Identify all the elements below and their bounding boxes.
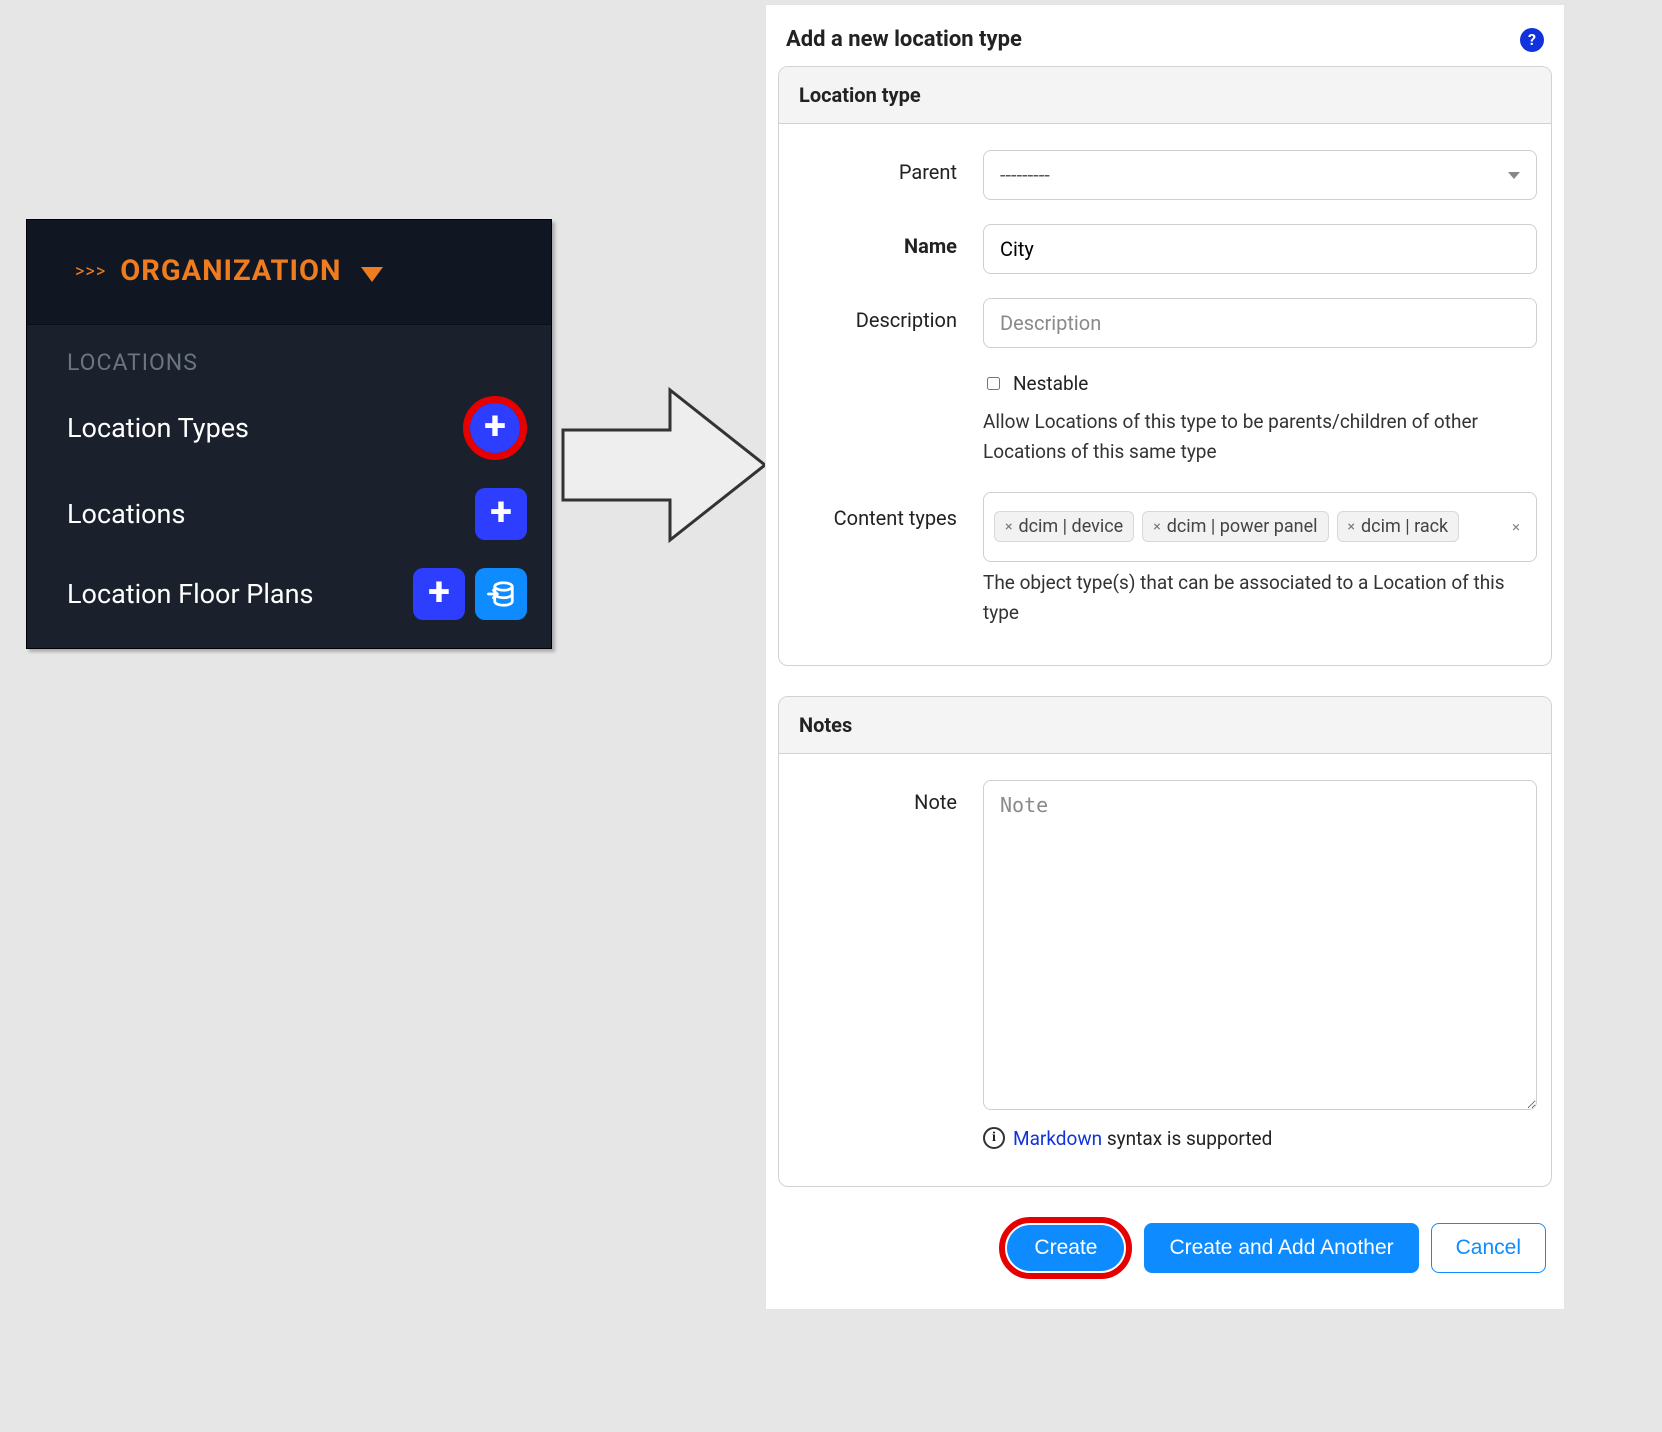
highlight-ring: + bbox=[463, 396, 527, 460]
row-content-types: Content types × dcim | device × dcim | p… bbox=[793, 480, 1537, 641]
page-title: Add a new location type bbox=[786, 27, 1022, 52]
markdown-help-text: syntax is supported bbox=[1102, 1127, 1272, 1150]
row-description: Description bbox=[793, 286, 1537, 360]
add-location-button[interactable]: + bbox=[475, 488, 527, 540]
add-floor-plan-button[interactable]: + bbox=[413, 568, 465, 620]
form-actions: Create Create and Add Another Cancel bbox=[778, 1217, 1552, 1279]
sidebar-item-label: Location Types bbox=[67, 412, 249, 444]
highlight-ring: Create bbox=[999, 1217, 1132, 1279]
add-location-type-button[interactable]: + bbox=[470, 403, 520, 453]
markdown-link[interactable]: Markdown bbox=[1013, 1127, 1102, 1150]
description-input[interactable] bbox=[983, 298, 1537, 348]
nestable-help: Allow Locations of this type to be paren… bbox=[983, 401, 1537, 468]
content-types-label: Content types bbox=[793, 492, 983, 530]
row-nestable: Nestable Allow Locations of this type to… bbox=[793, 360, 1537, 480]
form-panel: Add a new location type ? Location type … bbox=[765, 4, 1565, 1310]
import-icon bbox=[486, 579, 516, 609]
sidebar-item-locations[interactable]: Locations + bbox=[27, 474, 551, 554]
panel-header: Notes bbox=[779, 697, 1551, 754]
row-note: Note i Markdown syntax is supported bbox=[793, 768, 1537, 1162]
tag: × dcim | power panel bbox=[1142, 511, 1328, 542]
sidebar-item-floor-plans[interactable]: Location Floor Plans + bbox=[27, 554, 551, 648]
tag: × dcim | device bbox=[994, 511, 1134, 542]
plus-icon: + bbox=[428, 572, 450, 612]
parent-select-value: --------- bbox=[1000, 163, 1050, 187]
sidebar-header[interactable]: >>> ORGANIZATION bbox=[27, 220, 551, 325]
plus-icon: + bbox=[484, 406, 506, 446]
plus-icon: + bbox=[490, 492, 512, 532]
tag-label: dcim | rack bbox=[1361, 516, 1448, 537]
sidebar-section-label: LOCATIONS bbox=[27, 325, 551, 382]
row-parent: Parent --------- bbox=[793, 138, 1537, 212]
import-floor-plans-button[interactable] bbox=[475, 568, 527, 620]
name-input[interactable] bbox=[983, 224, 1537, 274]
cancel-button[interactable]: Cancel bbox=[1431, 1223, 1546, 1273]
nestable-label: Nestable bbox=[1013, 372, 1088, 395]
content-types-input[interactable]: × dcim | device × dcim | power panel × d… bbox=[983, 492, 1537, 562]
clear-all-icon[interactable]: × bbox=[1506, 518, 1526, 536]
nestable-checkbox[interactable] bbox=[987, 377, 1000, 390]
create-another-button[interactable]: Create and Add Another bbox=[1144, 1223, 1418, 1273]
notes-panel: Notes Note i Markdown syntax is supporte… bbox=[778, 696, 1552, 1187]
arrow-icon bbox=[560, 380, 770, 550]
form-heading: Add a new location type ? bbox=[778, 21, 1552, 66]
note-label: Note bbox=[793, 780, 983, 814]
info-icon: i bbox=[983, 1127, 1005, 1149]
content-types-help: The object type(s) that can be associate… bbox=[983, 562, 1537, 629]
row-name: Name bbox=[793, 212, 1537, 286]
note-textarea[interactable] bbox=[983, 780, 1537, 1110]
chevrons-icon: >>> bbox=[75, 261, 106, 282]
description-label: Description bbox=[793, 298, 983, 332]
sidebar: >>> ORGANIZATION LOCATIONS Location Type… bbox=[26, 219, 552, 649]
sidebar-item-location-types[interactable]: Location Types + bbox=[27, 382, 551, 474]
tag-remove-icon[interactable]: × bbox=[1153, 519, 1160, 535]
caret-down-icon bbox=[361, 267, 383, 282]
parent-label: Parent bbox=[793, 150, 983, 184]
parent-select[interactable]: --------- bbox=[983, 150, 1537, 200]
chevron-down-icon bbox=[1508, 172, 1520, 179]
tag-label: dcim | power panel bbox=[1167, 516, 1318, 537]
create-button[interactable]: Create bbox=[1007, 1225, 1124, 1271]
tag-remove-icon[interactable]: × bbox=[1005, 519, 1012, 535]
tag: × dcim | rack bbox=[1337, 511, 1460, 542]
name-label: Name bbox=[793, 224, 983, 258]
tag-label: dcim | device bbox=[1018, 516, 1123, 537]
tag-remove-icon[interactable]: × bbox=[1348, 519, 1355, 535]
sidebar-item-label: Locations bbox=[67, 498, 185, 530]
panel-header: Location type bbox=[779, 67, 1551, 124]
help-icon[interactable]: ? bbox=[1520, 28, 1544, 52]
location-type-panel: Location type Parent --------- Name Des bbox=[778, 66, 1552, 666]
sidebar-title: ORGANIZATION bbox=[120, 254, 341, 288]
sidebar-item-label: Location Floor Plans bbox=[67, 578, 313, 610]
